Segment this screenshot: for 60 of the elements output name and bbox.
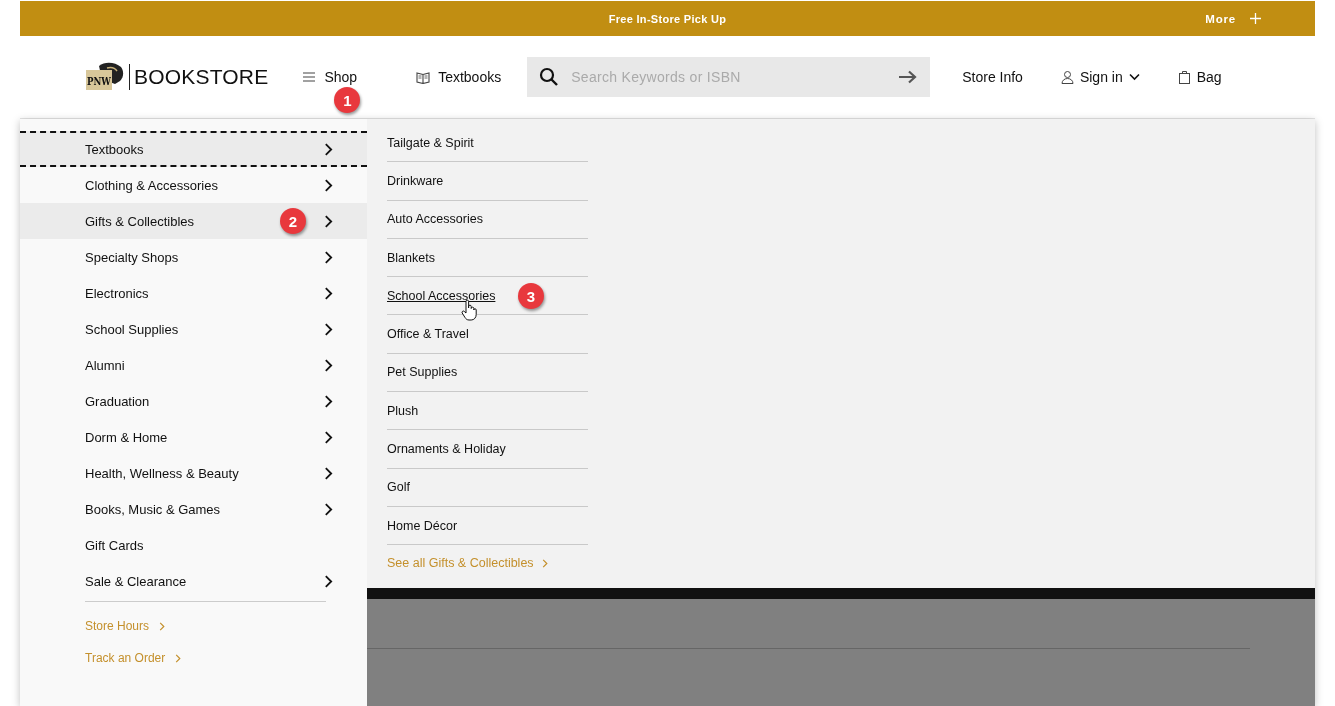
header-link[interactable]: Store Info bbox=[962, 69, 1023, 85]
category-item[interactable]: Gift Cards bbox=[20, 527, 367, 563]
chevron-right-icon bbox=[324, 393, 333, 409]
submenu-item[interactable]: Office & Travel bbox=[387, 327, 469, 342]
nav-link[interactable]: Shop bbox=[302, 69, 358, 85]
search-field[interactable]: Search Keywords or ISBN bbox=[569, 68, 889, 86]
hand-cursor-icon bbox=[461, 299, 477, 322]
submenu-item[interactable]: School Accessories bbox=[387, 288, 496, 303]
callout-badge: 2 bbox=[280, 208, 306, 234]
header-link[interactable]: Bag bbox=[1177, 69, 1222, 85]
submenu-item[interactable]: Auto Accessories bbox=[387, 212, 483, 227]
category-item[interactable]: Graduation bbox=[20, 383, 367, 419]
menu-icon bbox=[302, 70, 317, 84]
chevron-right-icon bbox=[324, 573, 333, 589]
chevron-right-icon bbox=[324, 177, 333, 193]
plus-icon bbox=[1250, 13, 1261, 24]
category-item[interactable]: Alumni bbox=[20, 347, 367, 383]
category-item[interactable]: Electronics bbox=[20, 275, 367, 311]
category-item[interactable]: School Supplies bbox=[20, 311, 367, 347]
search-icon bbox=[539, 67, 560, 87]
submenu-item[interactable]: Golf bbox=[387, 480, 410, 495]
category-item[interactable]: Dorm & Home bbox=[20, 419, 367, 455]
submenu-item[interactable]: Pet Supplies bbox=[387, 365, 458, 380]
logo-wordmark[interactable]: BOOKSTORE bbox=[129, 64, 269, 90]
nav-link[interactable]: Textbooks bbox=[416, 69, 502, 85]
callout-badge: 3 bbox=[518, 283, 544, 310]
submenu-item[interactable]: Home Décor bbox=[387, 518, 458, 533]
category-item[interactable]: Sale & Clearance bbox=[20, 563, 367, 599]
chevron-right-icon bbox=[324, 249, 333, 265]
category-item[interactable]: Clothing & Accessories bbox=[20, 167, 367, 203]
submenu-item[interactable]: Drinkware bbox=[387, 173, 444, 188]
chevron-right-icon bbox=[175, 652, 182, 664]
arrow-right-icon[interactable] bbox=[898, 70, 919, 84]
chevron-right-icon bbox=[324, 429, 333, 445]
header-link[interactable]: Sign in bbox=[1060, 69, 1140, 85]
chevron-right-icon bbox=[324, 141, 333, 157]
submenu-item[interactable]: Blankets bbox=[387, 250, 435, 265]
submenu-item[interactable]: Tailgate & Spirit bbox=[387, 135, 474, 150]
banner-message: Free In-Store Pick Up bbox=[608, 12, 727, 25]
bag-icon bbox=[1177, 70, 1191, 84]
category-item[interactable]: Textbooks bbox=[20, 131, 367, 167]
book-icon bbox=[416, 70, 431, 84]
chevron-right-icon bbox=[324, 357, 333, 373]
chevron-right-icon bbox=[159, 620, 166, 632]
category-item[interactable]: Health, Wellness & Beauty bbox=[20, 455, 367, 491]
chevron-right-icon bbox=[324, 321, 333, 337]
callout-badge: 1 bbox=[334, 87, 361, 113]
chevron-down-icon bbox=[1128, 73, 1140, 81]
chevron-right-icon bbox=[324, 501, 333, 517]
user-icon bbox=[1060, 70, 1074, 84]
category-item[interactable]: Specialty Shops bbox=[20, 239, 367, 275]
submenu-item[interactable]: Plush bbox=[387, 403, 419, 418]
category-item[interactable]: Gifts & Collectibles 2 bbox=[20, 203, 367, 239]
chevron-right-icon bbox=[324, 465, 333, 481]
chevron-right-icon bbox=[541, 557, 548, 569]
submenu-item[interactable]: Ornaments & Holiday bbox=[387, 442, 506, 456]
chevron-right-icon bbox=[324, 213, 333, 229]
search-bar[interactable]: Search Keywords or ISBN bbox=[527, 57, 931, 97]
chevron-right-icon bbox=[324, 285, 333, 301]
category-item[interactable]: Books, Music & Games bbox=[20, 491, 367, 527]
